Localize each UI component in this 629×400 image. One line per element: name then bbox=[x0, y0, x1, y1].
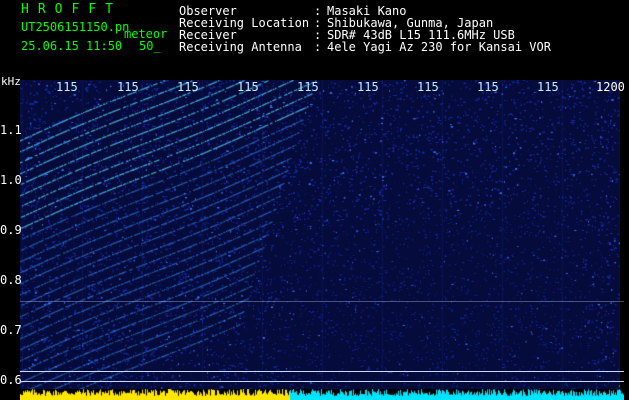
brand-title: HROFFT bbox=[21, 2, 122, 17]
x-tick-label: 115 bbox=[117, 80, 139, 94]
hrofft-window: HROFFT UT2506151150.pn meteor 25.06.15 1… bbox=[0, 0, 629, 400]
marker-line bbox=[20, 381, 624, 382]
x-tick-label: 115 bbox=[237, 80, 259, 94]
y-tick-label: 0.9 bbox=[0, 223, 22, 237]
marker-line bbox=[20, 301, 624, 302]
x-tick-label: 115 bbox=[537, 80, 559, 94]
y-tick-label: 0.8 bbox=[0, 273, 22, 287]
y-tick-label: 0.7 bbox=[0, 323, 22, 337]
x-tick-label: 115 bbox=[417, 80, 439, 94]
signal-power-strip bbox=[20, 389, 624, 400]
y-tick-label: 0.6 bbox=[0, 373, 22, 387]
y-tick-label: 1.0 bbox=[0, 173, 22, 187]
y-tick-label: 1.1 bbox=[0, 123, 22, 137]
antenna-value: 4ele Yagi Az 230 for Kansai VOR bbox=[327, 40, 551, 54]
x-tick-label: 115 bbox=[297, 80, 319, 94]
antenna-separator: : bbox=[314, 40, 322, 54]
x-tick-label: 1200 bbox=[596, 80, 625, 94]
spectrogram bbox=[20, 80, 620, 390]
x-tick-label: 115 bbox=[56, 80, 78, 94]
antenna-label: Receiving Antenna bbox=[179, 40, 302, 54]
x-tick-label: 115 bbox=[357, 80, 379, 94]
marker-line bbox=[20, 371, 624, 372]
x-tick-label: 115 bbox=[477, 80, 499, 94]
x-tick-label: 115 bbox=[177, 80, 199, 94]
y-axis-unit: kHz bbox=[1, 75, 21, 88]
y-axis: kHz 1.1 1.0 0.9 0.8 0.7 0.6 bbox=[0, 75, 22, 400]
date-time-label: 25.06.15 11:50 bbox=[21, 39, 123, 53]
filename-label: UT2506151150.pn bbox=[21, 20, 130, 34]
rate-label: 50_ bbox=[139, 39, 161, 53]
